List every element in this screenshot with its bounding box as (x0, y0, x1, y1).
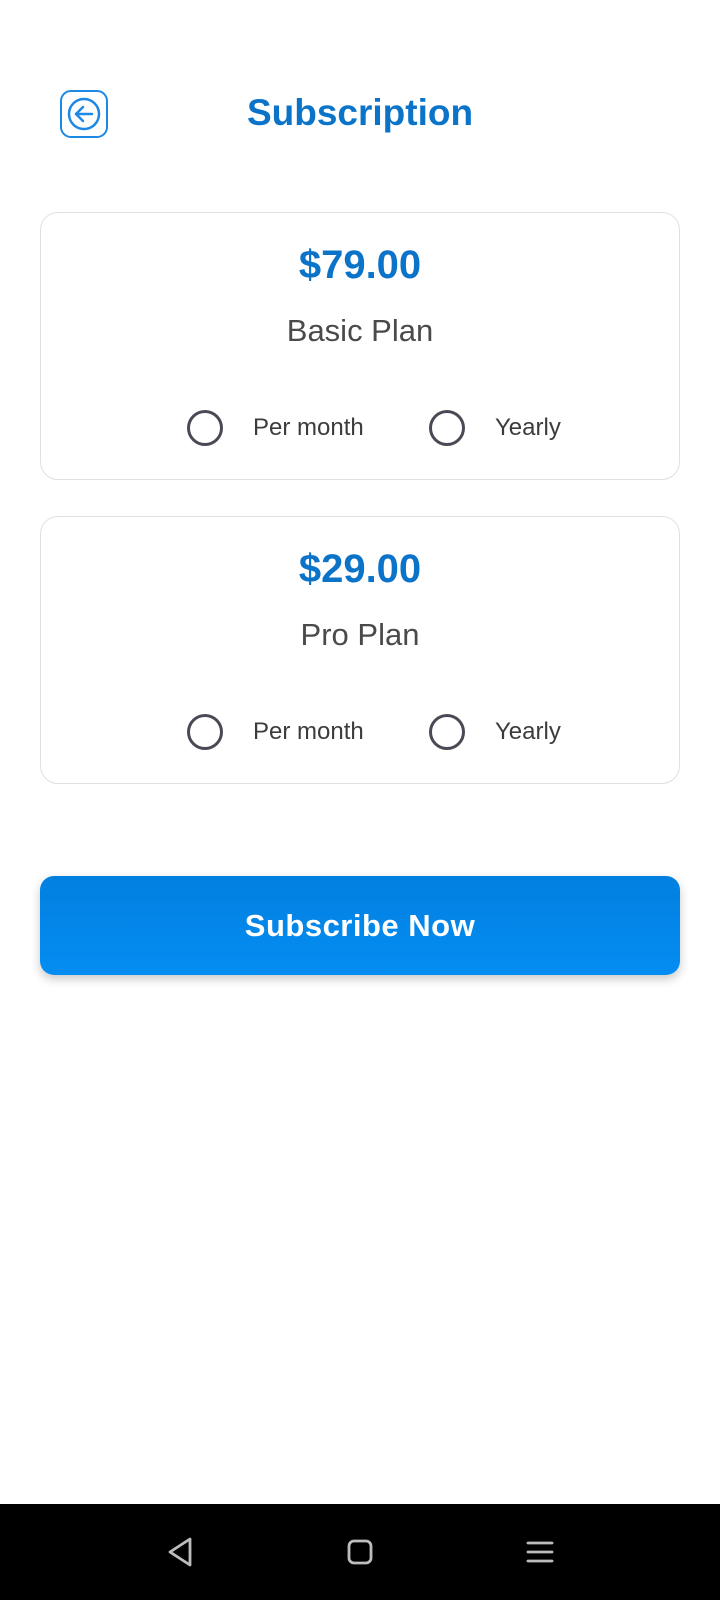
nav-menu-icon (526, 1541, 554, 1563)
plan-price: $79.00 (298, 243, 422, 287)
header: Subscription (0, 80, 720, 150)
nav-back-button[interactable] (160, 1532, 200, 1572)
radio-button[interactable] (429, 410, 465, 446)
system-nav-bar (0, 1504, 720, 1600)
option-yearly[interactable]: Yearly (429, 713, 561, 751)
nav-back-icon (168, 1537, 192, 1567)
nav-home-icon (347, 1539, 373, 1565)
nav-menu-button[interactable] (520, 1532, 560, 1572)
radio-button[interactable] (187, 410, 223, 446)
plan-card-pro: $29.00 Pro Plan Per month Yearly (40, 516, 680, 784)
subscribe-now-button[interactable]: Subscribe Now (40, 876, 680, 975)
nav-home-button[interactable] (340, 1532, 380, 1572)
plan-card-basic: $79.00 Basic Plan Per month Yearly (40, 212, 680, 480)
plan-name: Pro Plan (300, 617, 420, 652)
radio-button[interactable] (429, 714, 465, 750)
option-per-month[interactable]: Per month (187, 409, 364, 447)
radio-button[interactable] (187, 714, 223, 750)
option-label: Per month (253, 718, 364, 745)
page-title: Subscription (246, 92, 474, 133)
option-label: Yearly (495, 414, 561, 441)
plan-price: $29.00 (298, 547, 422, 591)
option-yearly[interactable]: Yearly (429, 409, 561, 447)
plan-name: Basic Plan (286, 313, 434, 348)
option-per-month[interactable]: Per month (187, 713, 364, 751)
option-label: Yearly (495, 718, 561, 745)
option-label: Per month (253, 414, 364, 441)
